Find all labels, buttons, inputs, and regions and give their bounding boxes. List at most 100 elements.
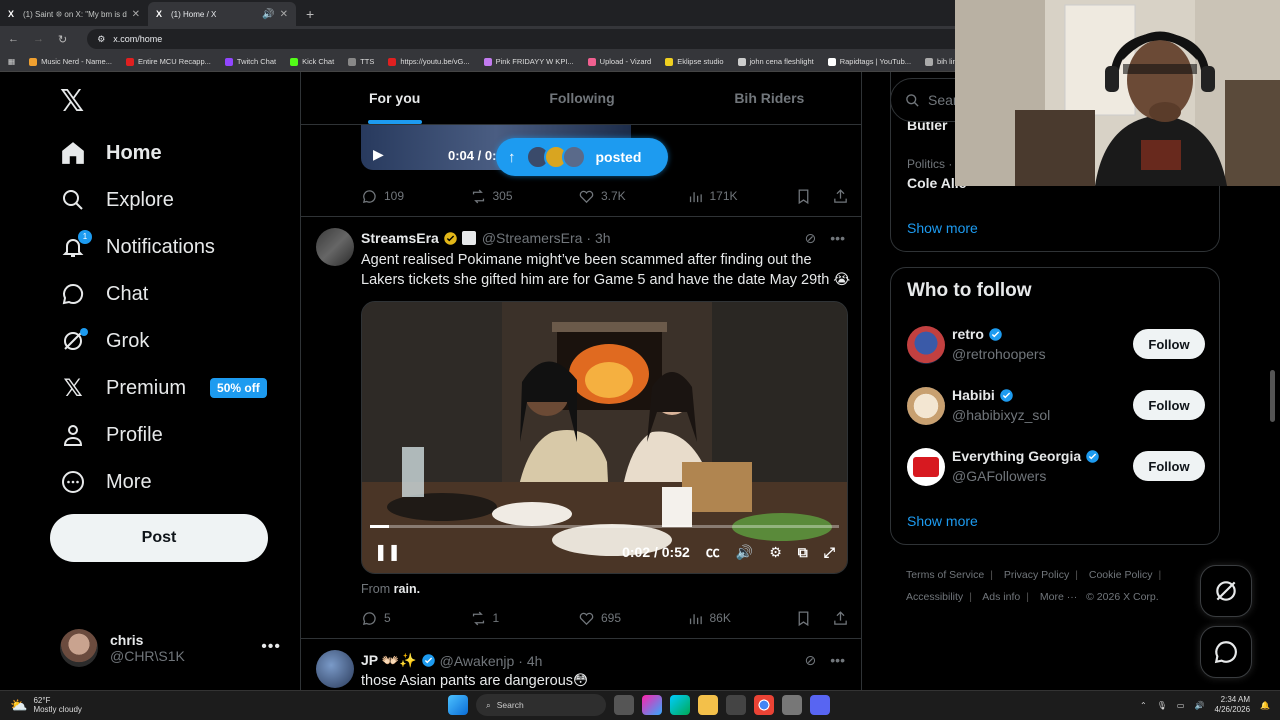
retweet-button[interactable]: 1	[470, 610, 579, 627]
edge-icon[interactable]	[670, 695, 690, 715]
mic-icon[interactable]: 🎙	[1157, 701, 1167, 710]
new-tab-button[interactable]: +	[296, 6, 324, 26]
captions-icon[interactable]: ㏄	[706, 542, 720, 562]
apps-icon[interactable]: ▦	[8, 57, 15, 66]
close-tab-icon[interactable]: ✕	[132, 9, 140, 20]
grok-icon[interactable]: ⊘	[805, 230, 817, 247]
bookmark[interactable]: TTS	[348, 57, 374, 66]
url-bar[interactable]: ⚙ x.com/home	[87, 29, 988, 49]
weather-widget[interactable]: ⛅ 62°F Mostly cloudy	[10, 696, 82, 714]
network-icon[interactable]: ▭	[1177, 701, 1185, 710]
avatar[interactable]	[316, 650, 354, 688]
footer-link[interactable]: More ···	[1040, 591, 1077, 603]
fullscreen-icon[interactable]: ⤢	[824, 544, 835, 561]
volume-icon[interactable]: 🔊	[736, 544, 753, 561]
like-button[interactable]: 695	[578, 610, 687, 627]
bookmark[interactable]: Rapidtags | YouTub...	[827, 57, 911, 66]
follow-button[interactable]: Follow	[1133, 329, 1205, 359]
bookmark-icon[interactable]	[795, 610, 812, 627]
post-button[interactable]: Post	[50, 514, 268, 562]
account-switcher[interactable]: chris @CHR\S1K •••	[60, 626, 285, 670]
chevron-up-icon[interactable]: ⌃	[1140, 701, 1147, 710]
grok-icon[interactable]: ⊘	[805, 652, 817, 669]
grok-fab-button[interactable]	[1200, 565, 1252, 617]
pause-icon[interactable]: ❚❚	[374, 542, 401, 562]
show-more-link[interactable]: Show more	[907, 220, 978, 236]
more-dots-icon[interactable]: •••	[830, 230, 845, 247]
bookmark[interactable]: Pink FRIDAYY W KPI...	[483, 57, 574, 66]
browser-tab-active[interactable]: X (1) Home / X 🔊 ✕	[148, 2, 296, 26]
bookmark[interactable]: Eklipse studio	[665, 57, 724, 66]
retweet-button[interactable]: 305	[470, 188, 579, 205]
follow-suggestion[interactable]: retro @retrohoopers Follow	[907, 326, 1205, 366]
site-info-icon[interactable]: ⚙	[97, 34, 105, 45]
speaker-icon[interactable]: 🔊	[262, 9, 274, 20]
bookmark[interactable]: Kick Chat	[290, 57, 334, 66]
share-icon[interactable]	[832, 188, 849, 205]
tweet-author[interactable]: JP 👐🏻✨	[361, 652, 417, 669]
tab-bih-riders[interactable]: Bih Riders	[676, 72, 861, 124]
store-icon[interactable]	[726, 695, 746, 715]
tweet-handle[interactable]: @StreamersEra	[482, 230, 583, 246]
nav-explore[interactable]: Explore	[60, 180, 174, 220]
picture-in-picture-icon[interactable]: ⧉	[798, 544, 808, 561]
show-more-link[interactable]: Show more	[907, 513, 978, 529]
more-dots-icon[interactable]: •••	[261, 638, 281, 656]
nav-grok[interactable]: Grok	[60, 321, 149, 361]
nav-premium[interactable]: 𝕏 Premium 50% off	[60, 368, 267, 408]
follow-button[interactable]: Follow	[1133, 451, 1205, 481]
source-link[interactable]: rain.	[394, 582, 420, 596]
follow-button[interactable]: Follow	[1133, 390, 1205, 420]
tweet-time[interactable]: · 3h	[586, 230, 610, 246]
nav-chat[interactable]: Chat	[60, 274, 148, 314]
bookmark-icon[interactable]	[795, 188, 812, 205]
new-posts-pill[interactable]: ↑ posted	[496, 138, 668, 176]
back-icon[interactable]: ←	[8, 33, 19, 45]
x-logo-icon[interactable]: 𝕏	[60, 84, 84, 119]
copilot-icon[interactable]	[642, 695, 662, 715]
notification-bell-icon[interactable]: 🔔	[1260, 701, 1270, 710]
footer-link[interactable]: Terms of Service	[906, 569, 984, 581]
browser-tab[interactable]: X (1) Saint ❊ on X: "My bm is doi ✕	[0, 2, 148, 26]
share-icon[interactable]	[832, 610, 849, 627]
chrome-icon[interactable]	[754, 695, 774, 715]
follow-suggestion[interactable]: Everything Georgia @GAFollowers Follow	[907, 448, 1205, 488]
nav-more[interactable]: More	[60, 462, 152, 502]
follow-suggestion[interactable]: Habibi @habibixyz_sol Follow	[907, 387, 1205, 427]
bookmark[interactable]: https://youtu.be/vG...	[388, 57, 470, 66]
play-icon[interactable]: ▶	[373, 146, 384, 163]
forward-icon[interactable]: →	[33, 33, 44, 45]
taskbar-search[interactable]: ⌕ Search	[476, 694, 606, 716]
footer-link[interactable]: Ads info	[982, 591, 1020, 603]
bookmark[interactable]: Entire MCU Recapp...	[125, 57, 211, 66]
bookmark[interactable]: Twitch Chat	[224, 57, 276, 66]
tab-following[interactable]: Following	[488, 72, 675, 124]
views-button[interactable]: 86K	[687, 610, 796, 627]
tweet-time[interactable]: · 4h	[518, 653, 542, 669]
tweet-handle[interactable]: @Awakenjp	[440, 653, 515, 669]
more-dots-icon[interactable]: •••	[830, 652, 845, 669]
footer-link[interactable]: Cookie Policy	[1089, 569, 1153, 581]
discord-icon[interactable]	[810, 695, 830, 715]
tab-for-you[interactable]: For you	[301, 72, 488, 124]
reply-button[interactable]: 109	[361, 188, 470, 205]
settings-gear-icon[interactable]: ⚙	[769, 544, 782, 561]
bookmark[interactable]: Upload - Vizard	[587, 57, 651, 66]
views-button[interactable]: 171K	[687, 188, 796, 205]
video-progress-bar[interactable]	[370, 525, 839, 528]
bookmark[interactable]: john cena fleshlight	[737, 57, 814, 66]
footer-link[interactable]: Accessibility	[906, 591, 963, 603]
volume-icon[interactable]: 🔊	[1194, 701, 1204, 710]
file-explorer-icon[interactable]	[698, 695, 718, 715]
footer-link[interactable]: Privacy Policy	[1004, 569, 1069, 581]
tweet-video[interactable]: ❚❚ 0:02 / 0:52 ㏄ 🔊 ⚙ ⧉ ⤢	[361, 301, 848, 574]
close-tab-icon[interactable]: ✕	[280, 9, 288, 20]
clock[interactable]: 2:34 AM 4/26/2026	[1214, 695, 1250, 715]
reply-button[interactable]: 5	[361, 610, 470, 627]
task-view-icon[interactable]	[614, 695, 634, 715]
app-icon[interactable]	[782, 695, 802, 715]
avatar[interactable]	[316, 228, 354, 266]
tweet-author[interactable]: StreamsEra	[361, 230, 439, 246]
reload-icon[interactable]: ↻	[58, 33, 67, 46]
nav-home[interactable]: Home	[60, 133, 162, 173]
